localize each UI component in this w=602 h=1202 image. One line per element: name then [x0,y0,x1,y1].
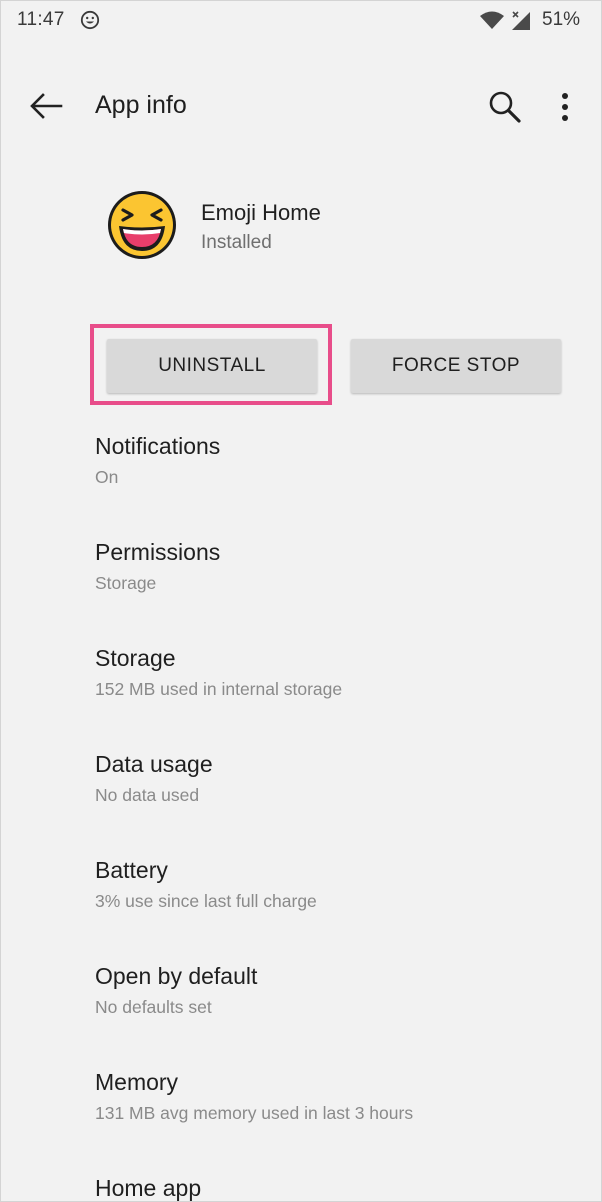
battery-percent: 51% [542,9,581,30]
settings-item-summary: No defaults set [95,997,212,1017]
app-bar: App info [1,71,601,141]
settings-item-title: Permissions [95,539,221,565]
status-time: 11:47 [17,9,65,30]
settings-item-battery[interactable]: Battery 3% use since last full charge [1,837,601,943]
settings-item-home-app[interactable]: Home app [1,1155,601,1201]
settings-item-title: Storage [95,645,176,671]
app-install-status: Installed [201,232,272,253]
app-header: Emoji Home Installed [1,186,601,276]
uninstall-button[interactable]: UNINSTALL [107,339,317,393]
force-stop-button[interactable]: FORCE STOP [351,339,561,393]
status-bar: 11:47 51% [1,1,601,41]
settings-item-data-usage[interactable]: Data usage No data used [1,731,601,837]
settings-item-title: Battery [95,857,168,883]
wifi-icon [480,11,504,29]
settings-item-notifications[interactable]: Notifications On [1,413,601,519]
settings-item-title: Memory [95,1069,179,1095]
settings-item-title: Open by default [95,963,258,989]
back-arrow-icon[interactable] [27,91,67,121]
settings-item-open-by-default[interactable]: Open by default No defaults set [1,943,601,1049]
app-name: Emoji Home [201,200,321,225]
settings-item-storage[interactable]: Storage 152 MB used in internal storage [1,625,601,731]
laughing-emoji-icon [108,191,176,259]
emoji-notification-icon [80,10,100,30]
settings-item-summary: 3% use since last full charge [95,891,317,911]
settings-item-summary: Storage [95,573,157,593]
page-title: App info [95,91,187,119]
settings-item-summary: No data used [95,785,200,805]
settings-item-title: Notifications [95,433,221,459]
settings-item-summary: On [95,467,119,487]
settings-item-summary: 152 MB used in internal storage [95,679,343,699]
settings-item-title: Data usage [95,751,213,777]
screen: 11:47 51% App info Emoji Home Installed … [0,0,602,1202]
settings-item-title: Home app [95,1175,202,1201]
settings-item-summary: 131 MB avg memory used in last 3 hours [95,1103,414,1123]
settings-item-permissions[interactable]: Permissions Storage [1,519,601,625]
signal-icon [512,11,530,30]
more-vert-icon[interactable] [553,89,577,125]
settings-item-memory[interactable]: Memory 131 MB avg memory used in last 3 … [1,1049,601,1155]
search-icon[interactable] [485,87,525,127]
